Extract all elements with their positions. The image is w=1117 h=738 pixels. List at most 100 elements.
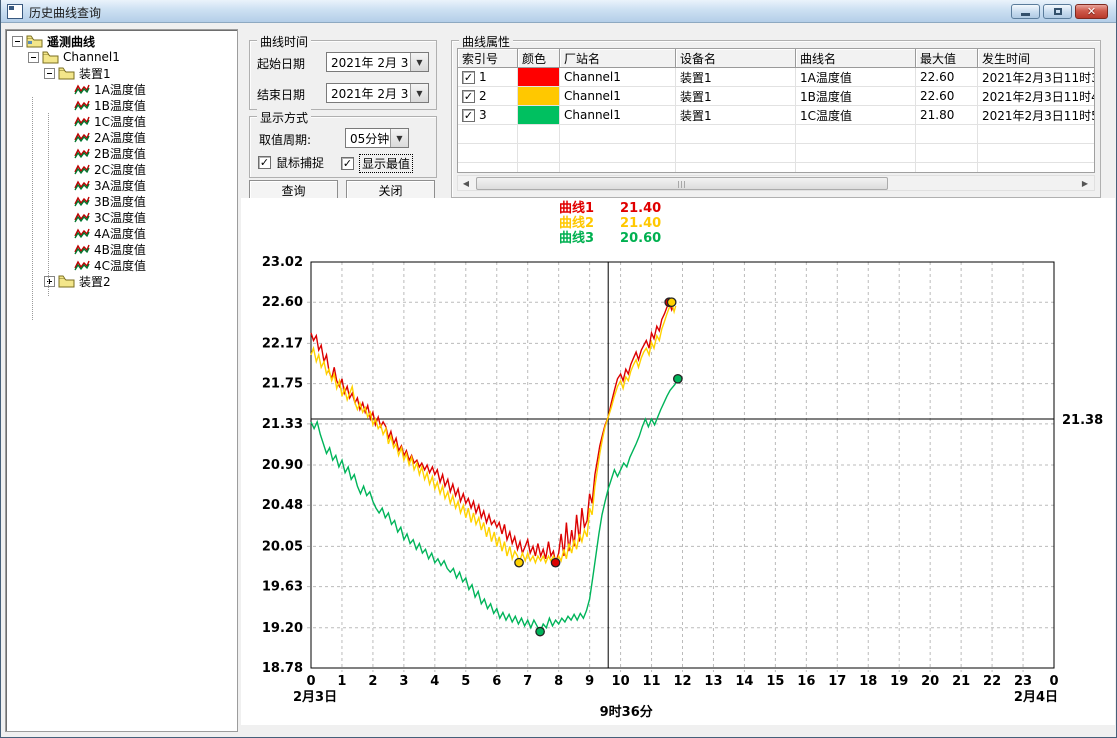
checkbox-checked-icon[interactable]: ✓: [258, 156, 271, 169]
x-tick-label: 3: [399, 674, 408, 689]
column-header-1[interactable]: 颜色: [518, 49, 560, 68]
maximize-button[interactable]: [1043, 4, 1072, 19]
mouse-capture-checkbox[interactable]: ✓ 鼠标捕捉: [258, 154, 324, 171]
tree-item-3B温度值[interactable]: 3B温度值: [60, 193, 146, 209]
scroll-left-icon[interactable]: ◀: [458, 176, 474, 190]
table-row[interactable]: ✓3 Channel1 装置1 1C温度值 21.80 2021年2月3日11时…: [458, 106, 1094, 125]
expand-plus-icon[interactable]: [44, 276, 55, 287]
x-tick-label: 15: [766, 674, 784, 689]
start-date-value: 2021年 2月 3: [327, 54, 410, 71]
tree-item-遥测曲线[interactable]: 遥测曲线: [12, 33, 95, 49]
column-header-0[interactable]: 索引号: [458, 49, 518, 68]
scroll-right-icon[interactable]: ▶: [1077, 176, 1093, 190]
tree-item-label: Channel1: [63, 50, 120, 64]
y-tick-label: 22.17: [262, 336, 303, 351]
period-select[interactable]: 05分钟 ▼: [345, 128, 409, 148]
curve-properties-table[interactable]: 索引号颜色厂站名设备名曲线名最大值发生时间 ✓1 Channel1 装置1 1A…: [457, 48, 1095, 173]
close-button[interactable]: ✕: [1075, 4, 1108, 19]
history-curve-chart[interactable]: 23.0222.6022.1721.7521.3320.9020.4820.05…: [241, 198, 1115, 725]
row-checkbox-checked-icon[interactable]: ✓: [462, 109, 475, 122]
tree-item-1B温度值[interactable]: 1B温度值: [60, 97, 146, 113]
tree-item-label: 1C温度值: [94, 113, 146, 130]
tree-item-1C温度值[interactable]: 1C温度值: [60, 113, 146, 129]
tree-item-2C温度值[interactable]: 2C温度值: [60, 161, 146, 177]
column-header-4[interactable]: 曲线名: [796, 49, 916, 68]
tree-item-3A温度值[interactable]: 3A温度值: [60, 177, 146, 193]
x-tick-label: 18: [859, 674, 877, 689]
column-header-3[interactable]: 设备名: [676, 49, 796, 68]
color-swatch: [518, 106, 559, 124]
tree-item-2A温度值[interactable]: 2A温度值: [60, 129, 146, 145]
x-tick-label: 5: [461, 674, 470, 689]
x-tick-label: 19: [890, 674, 908, 689]
tree-item-3C温度值[interactable]: 3C温度值: [60, 209, 146, 225]
curve-icon: [74, 243, 90, 255]
x-tick-label: 10: [612, 674, 630, 689]
folder-icon: [58, 67, 75, 80]
curve-name-cell: 1C温度值: [796, 106, 916, 125]
x-tick-label: 8: [554, 674, 563, 689]
scrollbar-thumb[interactable]: [476, 177, 888, 190]
tree-item-4B温度值[interactable]: 4B温度值: [60, 241, 146, 257]
chevron-down-icon[interactable]: ▼: [410, 53, 428, 71]
index-cell[interactable]: ✓1: [458, 68, 518, 87]
x-tick-label: 0: [306, 674, 315, 689]
table-header-row: 索引号颜色厂站名设备名曲线名最大值发生时间: [458, 49, 1094, 68]
end-date-select[interactable]: 2021年 2月 3 ▼: [326, 83, 429, 103]
collapse-minus-icon[interactable]: [44, 68, 55, 79]
start-date-label: 起始日期: [257, 55, 305, 72]
curve-tree[interactable]: 遥测曲线 Channel1 装置1 1A温度值 1B温度值 1C温度值 2A温度…: [5, 29, 238, 732]
table-horizontal-scrollbar[interactable]: ◀ ▶: [457, 175, 1095, 191]
tree-item-label: 2C温度值: [94, 161, 146, 178]
close-icon: ✕: [1087, 6, 1096, 17]
minimize-button[interactable]: [1011, 4, 1040, 19]
station-cell: Channel1: [560, 87, 676, 106]
column-header-5[interactable]: 最大值: [916, 49, 978, 68]
color-swatch: [518, 68, 559, 86]
title-bar[interactable]: 历史曲线查询 ✕: [1, 0, 1116, 23]
chevron-down-icon[interactable]: ▼: [410, 84, 428, 102]
collapse-minus-icon[interactable]: [12, 36, 23, 47]
tree-item-装置1[interactable]: 装置1: [44, 65, 111, 81]
checkbox-checked-icon[interactable]: ✓: [341, 157, 354, 170]
row-checkbox-checked-icon[interactable]: ✓: [462, 90, 475, 103]
tree-item-4A温度值[interactable]: 4A温度值: [60, 225, 146, 241]
folder-icon: [42, 51, 59, 64]
y-tick-label: 21.75: [262, 377, 303, 392]
row-index: 1: [479, 70, 487, 84]
row-checkbox-checked-icon[interactable]: ✓: [462, 71, 475, 84]
index-cell[interactable]: ✓3: [458, 106, 518, 125]
y-tick-label: 23.02: [262, 255, 303, 270]
y-tick-label: 18.78: [262, 661, 303, 676]
column-header-6[interactable]: 发生时间: [978, 49, 1095, 68]
tree-item-label: 1B温度值: [94, 97, 146, 114]
max-value-cell: 22.60: [916, 87, 978, 106]
device-cell: 装置1: [676, 68, 796, 87]
tree-item-label: 4A温度值: [94, 225, 146, 242]
show-extremes-checkbox[interactable]: ✓ 显示最值: [341, 154, 413, 173]
column-header-2[interactable]: 厂站名: [560, 49, 676, 68]
table-row[interactable]: ✓1 Channel1 装置1 1A温度值 22.60 2021年2月3日11时…: [458, 68, 1094, 87]
tree-item-装置2[interactable]: 装置2: [44, 273, 111, 289]
tree-item-label: 3A温度值: [94, 177, 146, 194]
x-tick-label: 6: [492, 674, 501, 689]
curve-icon: [74, 163, 90, 175]
tree-item-1A温度值[interactable]: 1A温度值: [60, 81, 146, 97]
app-window: 历史曲线查询 ✕ 遥测曲线 Channel1 装置1 1A温度值 1B温度值 1…: [0, 0, 1117, 738]
tree-item-label: 3B温度值: [94, 193, 146, 210]
x-tick-label: 23: [1014, 674, 1032, 689]
chart-panel[interactable]: 曲线1 21.40 曲线2 21.40 曲线3 20.60 23.0222.60…: [241, 198, 1115, 725]
tree-item-4C温度值[interactable]: 4C温度值: [60, 257, 146, 273]
tree-item-2B温度值[interactable]: 2B温度值: [60, 145, 146, 161]
tree-item-Channel1[interactable]: Channel1: [28, 49, 120, 65]
color-cell: [518, 106, 560, 125]
table-row[interactable]: ✓2 Channel1 装置1 1B温度值 22.60 2021年2月3日11时…: [458, 87, 1094, 106]
curve-time-group-title: 曲线时间: [257, 33, 311, 50]
date-end-label: 2月4日: [1014, 690, 1058, 705]
device-cell: 装置1: [676, 106, 796, 125]
start-date-select[interactable]: 2021年 2月 3 ▼: [326, 52, 429, 72]
chevron-down-icon[interactable]: ▼: [390, 129, 408, 147]
index-cell[interactable]: ✓2: [458, 87, 518, 106]
x-tick-label: 2: [368, 674, 377, 689]
collapse-minus-icon[interactable]: [28, 52, 39, 63]
